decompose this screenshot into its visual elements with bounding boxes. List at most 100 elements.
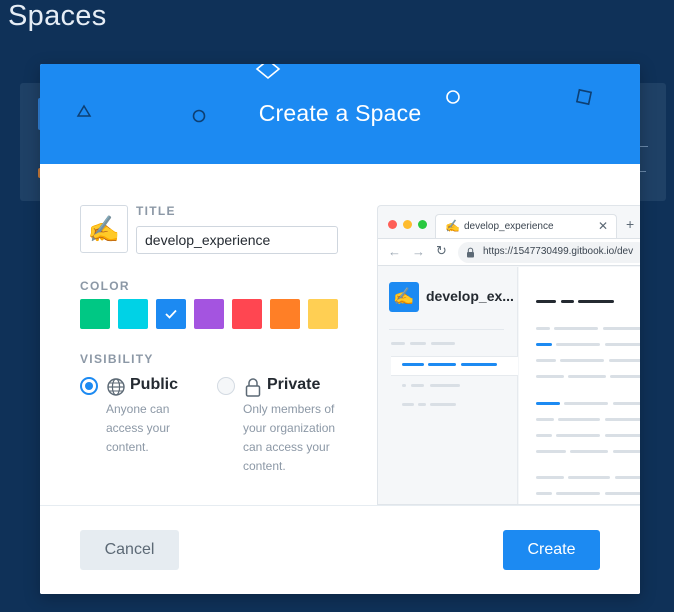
description-line: content. [243,459,286,473]
visibility-label: VISIBILITY [80,352,154,366]
placeholder-line [536,327,550,330]
placeholder-line [561,300,574,303]
window-close-dot [388,220,397,229]
placeholder-line [578,300,614,303]
placeholder-line [564,402,608,405]
private-option-label[interactable]: Private [267,376,320,394]
placeholder-line [402,384,406,387]
diamond-decoration-icon [255,64,281,80]
public-radio[interactable] [80,377,98,395]
background-divider [640,146,648,147]
placeholder-line [556,343,600,346]
space-emoji-picker[interactable]: ✍️ [80,205,128,253]
preview-active-item [391,356,518,376]
placeholder-line [536,418,554,421]
placeholder-line [570,450,608,453]
placeholder-line [568,375,606,378]
preview-space-emoji: ✍️ [393,287,415,306]
placeholder-line [556,434,600,437]
placeholder-line [536,476,564,479]
tab-emoji: ✍️ [445,219,460,233]
placeholder-line [536,343,552,346]
placeholder-line [605,343,640,346]
placeholder-line [536,375,564,378]
dialog-footer: Cancel Create [40,505,640,594]
page-title: Spaces [8,0,107,32]
new-tab-icon: + [626,216,635,232]
placeholder-line [410,342,426,345]
placeholder-line [430,403,456,406]
color-swatch[interactable] [156,299,186,329]
window-maximize-dot [418,220,427,229]
preview-space-name: develop_ex... [426,288,514,304]
placeholder-line [536,300,556,303]
preview-sidebar-divider [389,329,504,330]
title-input[interactable]: develop_experience [136,226,338,254]
placeholder-line [568,476,610,479]
placeholder-line [556,492,600,495]
lock-icon [245,378,261,397]
preview-content [519,267,640,504]
color-swatch[interactable] [308,299,338,329]
placeholder-line [411,384,424,387]
placeholder-line [603,327,640,330]
back-arrow-icon: ← [388,244,401,259]
placeholder-line [461,363,497,366]
cancel-button[interactable]: Cancel [80,530,179,570]
tab-title: develop_experience [464,221,554,232]
dialog-body: ✍️ TITLE develop_experience COLOR VISIBI… [40,164,640,505]
color-swatch[interactable] [270,299,300,329]
window-minimize-dot [403,220,412,229]
placeholder-line [610,375,640,378]
public-option-label[interactable]: Public [130,376,178,394]
placeholder-line [418,403,426,406]
placeholder-line [605,418,640,421]
placeholder-line [605,434,640,437]
color-swatch[interactable] [118,299,148,329]
preview-sidebar: ✍️ develop_ex... [378,267,518,504]
color-swatch[interactable] [194,299,224,329]
placeholder-line [391,342,405,345]
dialog-title: Create a Space [258,100,422,126]
color-swatch[interactable] [80,299,110,329]
description-line: Only members of [243,402,335,416]
globe-icon [107,378,125,396]
description-line: Anyone can [106,402,170,416]
placeholder-line [605,492,640,495]
placeholder-line [554,327,598,330]
public-option-description: Anyone can access your content. [106,400,170,457]
placeholder-line [609,359,640,362]
placeholder-line [558,418,600,421]
description-line: your organization [243,421,336,435]
placeholder-line [536,402,560,405]
description-line: can access your [243,440,330,454]
private-radio[interactable] [217,377,235,395]
placeholder-line [402,403,414,406]
dialog-header: Create a Space [40,64,640,164]
create-space-dialog: Create a Space ✍️ TITLE develop_experien… [40,64,640,594]
placeholder-line [536,434,552,437]
lock-icon [467,247,474,258]
placeholder-line [431,342,455,345]
background-divider [640,171,646,172]
placeholder-line [536,450,566,453]
url-field: https://1547730499.gitbook.io/dev [458,242,640,263]
address-bar: ← → ↻ https://1547730499.gitbook.io/dev [378,238,640,266]
placeholder-line [613,402,640,405]
preview-space-icon: ✍️ [389,282,419,312]
description-line: content. [106,440,149,454]
private-option-description: Only members of your organization can ac… [243,400,335,476]
placeholder-line [613,450,640,453]
url-text: https://1547730499.gitbook.io/dev [483,246,634,257]
placeholder-line [428,363,456,366]
placeholder-line [560,359,604,362]
placeholder-line [536,359,556,362]
color-swatch[interactable] [232,299,262,329]
browser-tab: ✍️ develop_experience ✕ [435,214,617,240]
placeholder-line [430,384,460,387]
placeholder-line [402,363,424,366]
placeholder-line [615,476,640,479]
space-preview: ✍️ develop_experience ✕ + ← → ↻ https://… [377,205,640,505]
create-button[interactable]: Create [503,530,600,570]
title-label: TITLE [136,204,176,218]
